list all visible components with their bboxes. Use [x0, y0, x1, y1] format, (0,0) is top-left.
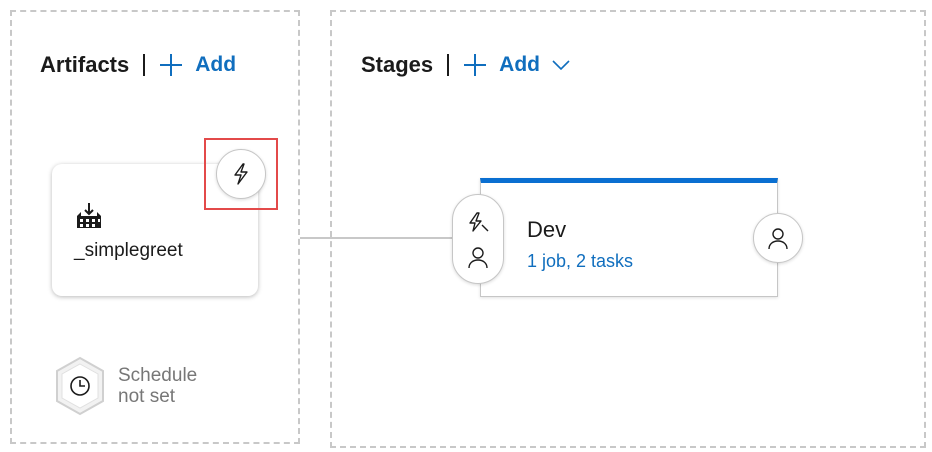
- person-icon: [768, 228, 788, 250]
- schedule-status: Schedule not set: [118, 365, 197, 407]
- plus-icon: [464, 54, 487, 76]
- post-deployment-approvals-button[interactable]: [753, 213, 803, 263]
- add-stage-button[interactable]: Add: [463, 53, 540, 77]
- stages-header: Stages Add: [361, 50, 570, 80]
- pre-deployment-conditions: [452, 194, 504, 284]
- plus-icon: [160, 54, 183, 76]
- pre-deployment-trigger-button[interactable]: [466, 211, 490, 240]
- artifacts-header: Artifacts Add: [40, 50, 236, 80]
- add-stage-label: Add: [499, 53, 540, 76]
- schedule-line-1: Schedule: [118, 365, 198, 386]
- chevron-down-icon: [552, 60, 570, 70]
- clock-icon: [56, 356, 104, 416]
- trigger-highlight-box: [204, 138, 278, 210]
- artifacts-title: Artifacts: [40, 52, 130, 77]
- header-divider: [447, 54, 450, 76]
- schedule-trigger[interactable]: Schedule not set: [54, 356, 197, 416]
- stages-title: Stages: [361, 52, 434, 77]
- schedule-line-2: not set: [118, 386, 176, 407]
- add-artifact-button[interactable]: Add: [159, 53, 236, 77]
- stage-name: Dev: [527, 217, 567, 242]
- pre-deployment-approvals-button[interactable]: [466, 245, 490, 274]
- build-artifact-icon: [77, 203, 101, 228]
- artifact-name: _simplegreet: [74, 240, 183, 261]
- add-artifact-label: Add: [195, 53, 237, 76]
- stage-card-dev[interactable]: Dev 1 job, 2 tasks: [480, 178, 778, 297]
- header-divider: [143, 54, 146, 76]
- person-icon: [468, 247, 488, 269]
- stage-job-summary-link[interactable]: 1 job, 2 tasks: [527, 251, 633, 272]
- add-stage-dropdown[interactable]: [552, 60, 570, 70]
- lightning-icon: [469, 212, 489, 232]
